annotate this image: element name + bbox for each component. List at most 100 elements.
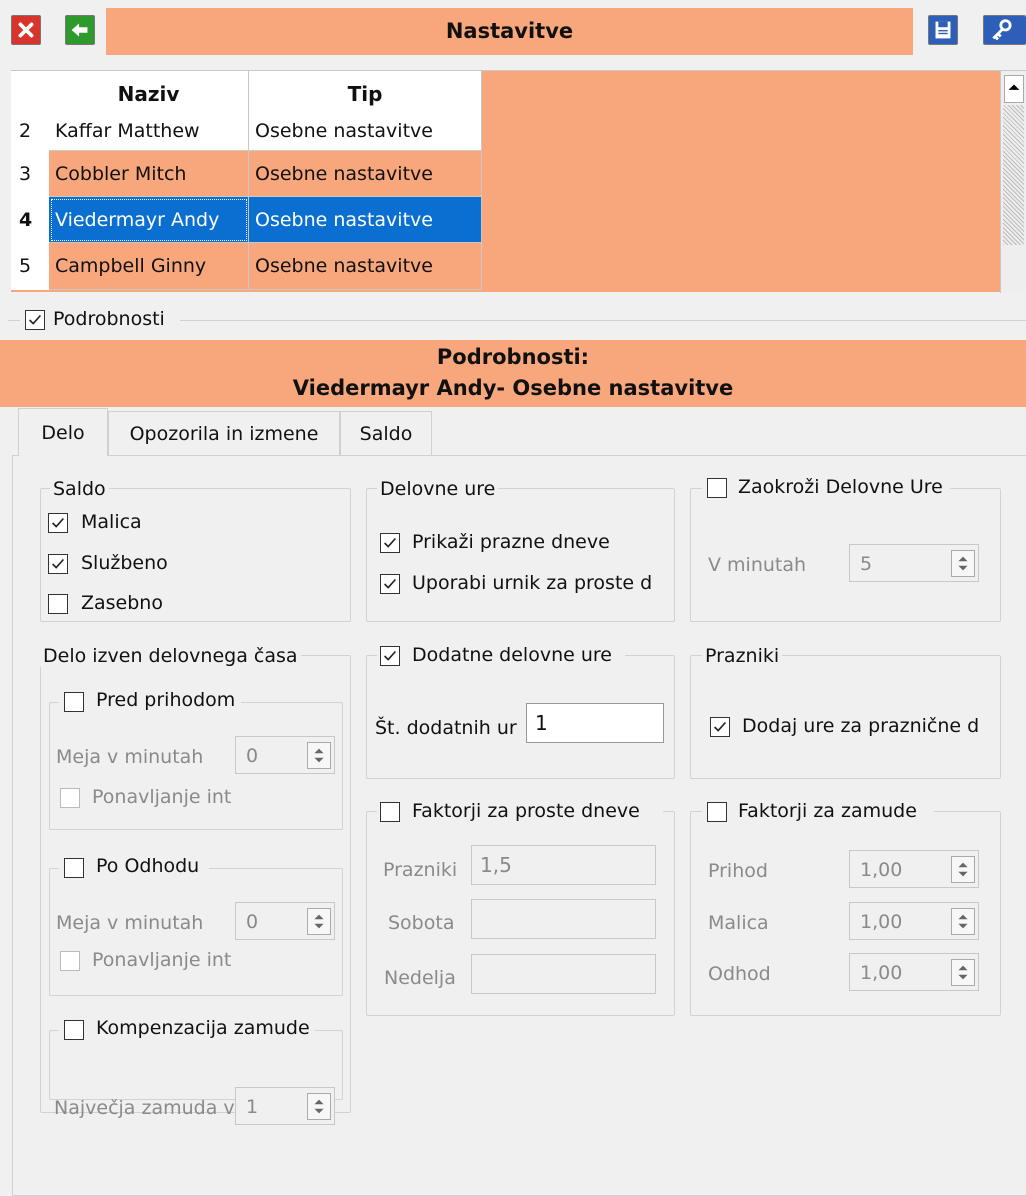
details-checkbox-label: Podrobnosti xyxy=(53,308,165,330)
po-odhodu-label: Po Odhodu xyxy=(96,855,200,877)
spinner-arrows-icon[interactable] xyxy=(951,550,975,577)
table-cell-naziv[interactable]: Kaffar Matthew xyxy=(49,116,249,151)
save-icon xyxy=(935,21,951,39)
odhod-factor-value: 1,00 xyxy=(860,962,903,984)
dodaj-ure-checkbox[interactable] xyxy=(710,717,730,737)
checkmark-icon xyxy=(29,314,42,325)
details-toggle[interactable]: Podrobnosti xyxy=(20,306,180,334)
spinner-arrows-icon[interactable] xyxy=(307,1093,331,1120)
scroll-thumb[interactable] xyxy=(1003,105,1024,245)
kompenzacija-spinner[interactable]: 1 xyxy=(235,1087,335,1125)
dodaj-ure-label: Dodaj ure za praznične d xyxy=(742,715,978,737)
settings-grid: Naziv Tip 2 Kaffar Matthew Osebne nastav… xyxy=(11,70,1026,293)
prikazi-prazne-dneve-label: Prikaži prazne dneve xyxy=(412,531,610,553)
ponavljanje-checkbox[interactable] xyxy=(60,788,80,808)
delovne-ure-group xyxy=(366,488,675,622)
meja-v-minutah-label: Meja v minutah xyxy=(56,912,204,934)
row-number[interactable]: 3 xyxy=(11,151,49,197)
spinner-arrows-icon[interactable] xyxy=(307,742,331,769)
spinner-arrows-icon[interactable] xyxy=(951,908,975,935)
faktorji-prosti-label: Faktorji za proste dneve xyxy=(412,800,640,822)
nedelja-factor-input[interactable] xyxy=(471,954,656,994)
spinner-arrows-icon[interactable] xyxy=(951,959,975,986)
kompenzacija-checkbox[interactable] xyxy=(64,1020,84,1040)
arrow-left-icon xyxy=(71,23,88,37)
sobota-factor-input[interactable] xyxy=(471,899,656,939)
row-number[interactable]: 5 xyxy=(11,243,49,290)
spinner-arrows-icon[interactable] xyxy=(307,908,331,935)
table-cell-tip[interactable]: Osebne nastavitve xyxy=(249,243,482,290)
prazniki-factor-label: Prazniki xyxy=(383,859,458,881)
pred-prihodom-checkbox[interactable] xyxy=(64,692,84,712)
back-button[interactable] xyxy=(65,15,95,45)
uporabi-urnik-checkbox[interactable] xyxy=(380,574,400,594)
zaokrozi-checkbox[interactable] xyxy=(707,478,727,498)
st-dodatnih-ur-input[interactable]: 1 xyxy=(526,703,664,743)
po-odhodu-spinner[interactable]: 0 xyxy=(235,902,335,940)
dodatne-checkbox-label: Dodatne delovne ure xyxy=(412,644,612,666)
prihod-factor-spinner[interactable]: 1,00 xyxy=(849,850,979,888)
dodatne-checkbox[interactable] xyxy=(380,646,400,666)
details-checkbox[interactable] xyxy=(25,310,45,330)
pred-prihodom-label: Pred prihodom xyxy=(96,689,236,711)
pred-prihodom-value: 0 xyxy=(246,745,259,767)
details-header-subtitle: Viedermayr Andy- Osebne nastavitve xyxy=(292,376,734,400)
close-button[interactable] xyxy=(11,15,41,45)
prazniki-group-title: Prazniki xyxy=(702,645,783,667)
arrow-up-icon xyxy=(1008,84,1020,90)
save-button[interactable] xyxy=(928,15,958,45)
sluzbeno-checkbox[interactable] xyxy=(48,554,68,574)
prazniki-factor-input[interactable]: 1,5 xyxy=(471,845,656,885)
zasebno-checkbox-label: Zasebno xyxy=(81,592,163,614)
st-dodatnih-ur-label: Št. dodatnih ur xyxy=(375,717,517,739)
pred-prihodom-spinner[interactable]: 0 xyxy=(235,736,335,774)
v-minutah-label: V minutah xyxy=(708,554,807,576)
malica-factor-spinner[interactable]: 1,00 xyxy=(849,902,979,940)
details-header: Podrobnosti: Viedermayr Andy- Osebne nas… xyxy=(0,340,1026,407)
sluzbeno-checkbox-label: Službeno xyxy=(81,552,168,574)
saldo-group-title: Saldo xyxy=(50,478,109,500)
ponavljanje-checkbox[interactable] xyxy=(60,951,80,971)
po-odhodu-checkbox[interactable] xyxy=(64,858,84,878)
scroll-up-button[interactable] xyxy=(1004,75,1024,103)
table-cell-naziv[interactable]: Cobbler Mitch xyxy=(49,151,249,197)
key-button[interactable] xyxy=(983,15,1026,45)
delovne-ure-group-title: Delovne ure xyxy=(377,478,499,500)
prihod-factor-value: 1,00 xyxy=(860,859,903,881)
table-cell-tip[interactable]: Osebne nastavitve xyxy=(249,116,482,151)
malica-checkbox[interactable] xyxy=(48,513,68,533)
checkmark-icon xyxy=(384,537,397,548)
column-header-tip[interactable]: Tip xyxy=(249,71,482,116)
ponavljanje-label: Ponavljanje int xyxy=(92,786,232,808)
tab-opozorila-in-izmene[interactable]: Opozorila in izmene xyxy=(108,411,340,455)
checkmark-icon xyxy=(52,558,65,569)
spinner-arrows-icon[interactable] xyxy=(951,856,975,883)
zaokrozi-checkbox-label: Zaokroži Delovne Ure xyxy=(738,476,943,498)
v-minutah-spinner[interactable]: 5 xyxy=(849,544,979,582)
table-cell-tip[interactable]: Osebne nastavitve xyxy=(249,151,482,197)
row-number[interactable]: 4 xyxy=(11,197,49,243)
faktorji-prosti-checkbox[interactable] xyxy=(380,802,400,822)
prikazi-prazne-dneve-checkbox[interactable] xyxy=(380,533,400,553)
details-header-title: Podrobnosti: xyxy=(436,345,590,369)
kompenzacija-value: 1 xyxy=(246,1096,259,1118)
uporabi-urnik-label: Uporabi urnik za proste d xyxy=(412,572,653,594)
table-cell-naziv-selected[interactable]: Viedermayr Andy xyxy=(49,197,249,243)
table-cell-naziv[interactable]: Campbell Ginny xyxy=(49,243,249,290)
window-title: Nastavitve xyxy=(106,8,913,55)
malica-checkbox-label: Malica xyxy=(81,511,142,533)
checkmark-icon xyxy=(52,517,65,528)
checkmark-icon xyxy=(384,650,397,661)
ponavljanje-label: Ponavljanje int xyxy=(92,949,232,971)
grid-scrollbar[interactable] xyxy=(1000,71,1026,293)
faktorji-zamude-checkbox[interactable] xyxy=(707,802,727,822)
zasebno-checkbox[interactable] xyxy=(48,594,68,614)
table-cell-tip-selected[interactable]: Osebne nastavitve xyxy=(249,197,482,243)
row-number[interactable]: 2 xyxy=(11,116,49,151)
column-header-naziv[interactable]: Naziv xyxy=(49,71,249,116)
malica-factor-label: Malica xyxy=(708,912,769,934)
tab-saldo[interactable]: Saldo xyxy=(340,411,432,455)
tab-delo[interactable]: Delo xyxy=(18,408,108,456)
odhod-factor-spinner[interactable]: 1,00 xyxy=(849,953,979,991)
grid-corner xyxy=(11,71,49,116)
